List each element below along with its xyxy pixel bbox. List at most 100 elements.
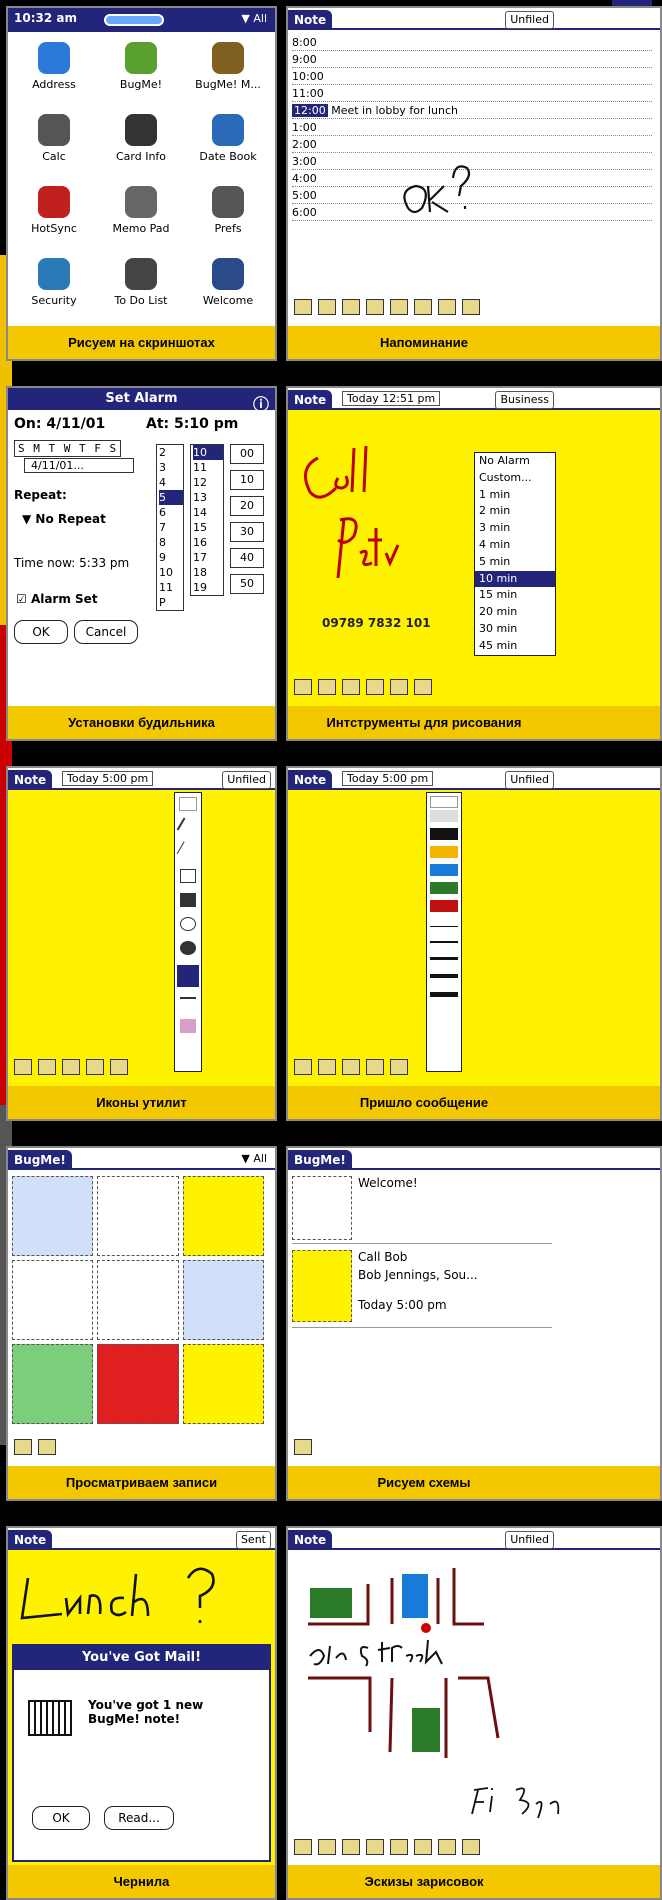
minute-step-option[interactable]: 00 xyxy=(230,444,264,464)
app-icon-bugme-m[interactable]: BugMe! M... xyxy=(186,38,270,106)
caption: Эскизы зарисовок xyxy=(288,1865,660,1898)
hour-option[interactable]: 10 xyxy=(159,565,183,580)
minute-option[interactable]: 18 xyxy=(193,565,223,580)
minute-step-option[interactable]: 50 xyxy=(230,574,264,594)
app-glyph-icon xyxy=(38,258,70,290)
hour-option[interactable]: 9 xyxy=(159,550,183,565)
cancel-button[interactable]: Cancel xyxy=(74,620,138,644)
alarm-menu-item[interactable]: 30 min xyxy=(475,621,555,638)
caption: Просматриваем записи xyxy=(8,1466,275,1499)
toolbar xyxy=(294,1836,480,1858)
minute-step-column[interactable]: 00 10 20 30 40 50 xyxy=(230,444,264,600)
app-glyph-icon xyxy=(125,42,157,74)
minute-step-option[interactable]: 20 xyxy=(230,496,264,516)
hour-option[interactable]: 3 xyxy=(159,460,183,475)
date-field[interactable]: Today 5:00 pm xyxy=(62,771,154,786)
list-item[interactable]: Call Bob Bob Jennings, Sou... Today 5:00… xyxy=(292,1248,552,1328)
color-palette[interactable] xyxy=(426,792,462,1072)
caption: Установки будильника xyxy=(8,706,275,739)
alarm-menu-item[interactable]: 4 min xyxy=(475,537,555,554)
app-title: BugMe! xyxy=(8,1150,72,1170)
alarm-menu-item[interactable]: No Alarm xyxy=(475,453,555,470)
minute-option[interactable]: 11 xyxy=(193,460,223,475)
ok-button[interactable]: OK xyxy=(14,620,68,644)
app-icon-address[interactable]: Address xyxy=(12,38,96,106)
minute-option[interactable]: 10 xyxy=(193,445,223,460)
app-icon-welcome[interactable]: Welcome xyxy=(186,254,270,322)
thumbnail-grid[interactable] xyxy=(12,1176,264,1424)
app-glyph-icon xyxy=(38,114,70,146)
hour-option[interactable]: 2 xyxy=(159,445,183,460)
phone-number: 09789 7832 101 xyxy=(322,616,431,630)
app-title: BugMe! xyxy=(288,1150,352,1170)
alarm-set-checkbox[interactable]: ☑ Alarm Set xyxy=(16,592,98,606)
note-tab[interactable]: Note xyxy=(288,770,333,790)
hour-option[interactable]: 4 xyxy=(159,475,183,490)
minute-column[interactable]: 10 11 12 13 14 15 16 17 18 19 xyxy=(190,444,224,596)
app-glyph-icon xyxy=(212,42,244,74)
hour-option[interactable]: 8 xyxy=(159,535,183,550)
minute-step-option[interactable]: 10 xyxy=(230,470,264,490)
alarm-menu-item[interactable]: 1 min xyxy=(475,487,555,504)
app-icon-security[interactable]: Security xyxy=(12,254,96,322)
list-item[interactable]: Welcome! xyxy=(292,1174,552,1244)
date-field[interactable]: Today 5:00 pm xyxy=(342,771,434,786)
info-icon[interactable]: ⓘ xyxy=(253,391,269,415)
minute-step-option[interactable]: 30 xyxy=(230,522,264,542)
hour-option[interactable]: 11 P xyxy=(159,580,183,610)
hour-option[interactable]: 6 xyxy=(159,505,183,520)
app-icon-date-book[interactable]: Date Book xyxy=(186,110,270,178)
panel-sketch: Note Unfiled Эскизы зарисовок xyxy=(286,1526,662,1900)
minute-option[interactable]: 19 xyxy=(193,580,223,595)
app-label: Prefs xyxy=(214,222,242,235)
category-dropdown[interactable]: ▼ All xyxy=(241,12,267,25)
ink-ok xyxy=(403,165,471,214)
app-label: Card Info xyxy=(115,150,167,163)
minute-option[interactable]: 13 xyxy=(193,490,223,505)
app-icon-card-info[interactable]: Card Info xyxy=(99,110,183,178)
minute-step-option[interactable]: 40 xyxy=(230,548,264,568)
alarm-menu-item[interactable]: 20 min xyxy=(475,604,555,621)
alarm-menu-item[interactable]: 5 min xyxy=(475,554,555,571)
caption: Иконы утилит xyxy=(8,1086,275,1119)
app-icon-hotsync[interactable]: HotSync xyxy=(12,182,96,250)
alarm-menu-item[interactable]: 15 min xyxy=(475,587,555,604)
hour-column[interactable]: 2 3 4 5 6 7 8 9 10 11 P xyxy=(156,444,184,611)
app-icon-bugme[interactable]: BugMe! xyxy=(99,38,183,106)
app-icon-calc[interactable]: Calc xyxy=(12,110,96,178)
hour-option[interactable]: 7 xyxy=(159,520,183,535)
alarm-menu-item[interactable]: 45 min xyxy=(475,638,555,655)
caption: Чернила xyxy=(8,1865,275,1898)
ok-button[interactable]: OK xyxy=(32,1806,90,1830)
alarm-menu[interactable]: No Alarm Custom... 1 min 2 min 3 min 4 min 5 m… xyxy=(474,452,556,656)
panel-util-icons: Note Today 5:00 pm Unfiled Иконы утилит xyxy=(6,766,277,1121)
caption: Рисуем на скриншотах xyxy=(8,326,275,359)
category-dropdown[interactable]: ▼ All xyxy=(241,1152,267,1165)
hour-option[interactable]: 5 xyxy=(159,490,183,505)
tool-palette[interactable] xyxy=(174,792,202,1072)
app-icon-to-do-list[interactable]: To Do List xyxy=(99,254,183,322)
app-icon-prefs[interactable]: Prefs xyxy=(186,182,270,250)
minute-option[interactable]: 16 xyxy=(193,535,223,550)
app-label: HotSync xyxy=(31,222,77,235)
minute-option[interactable]: 15 xyxy=(193,520,223,535)
alarm-menu-item[interactable]: 10 min xyxy=(475,570,555,588)
category-selector[interactable]: Unfiled xyxy=(505,771,554,789)
weekday-picker[interactable]: S M T W T F S xyxy=(14,440,122,457)
app-label: Calc xyxy=(42,150,66,163)
minute-option[interactable]: 14 xyxy=(193,505,223,520)
caption: Рисуем схемы xyxy=(288,1466,660,1499)
read-button[interactable]: Read... xyxy=(104,1806,174,1830)
category-selector[interactable]: Unfiled xyxy=(222,771,271,789)
panel-message: Note Today 5:00 pm Unfiled Пришло сообще… xyxy=(286,766,662,1121)
note-tab[interactable]: Note xyxy=(8,770,53,790)
toolbar xyxy=(294,676,432,698)
minute-option[interactable]: 17 xyxy=(193,550,223,565)
repeat-dropdown[interactable]: ▼ No Repeat xyxy=(22,512,106,526)
date-picker[interactable]: 4/11/01... xyxy=(24,458,134,473)
alarm-menu-item[interactable]: Custom... xyxy=(475,470,555,487)
app-icon-memo-pad[interactable]: Memo Pad xyxy=(99,182,183,250)
alarm-menu-item[interactable]: 2 min xyxy=(475,503,555,520)
minute-option[interactable]: 12 xyxy=(193,475,223,490)
alarm-menu-item[interactable]: 3 min xyxy=(475,520,555,537)
